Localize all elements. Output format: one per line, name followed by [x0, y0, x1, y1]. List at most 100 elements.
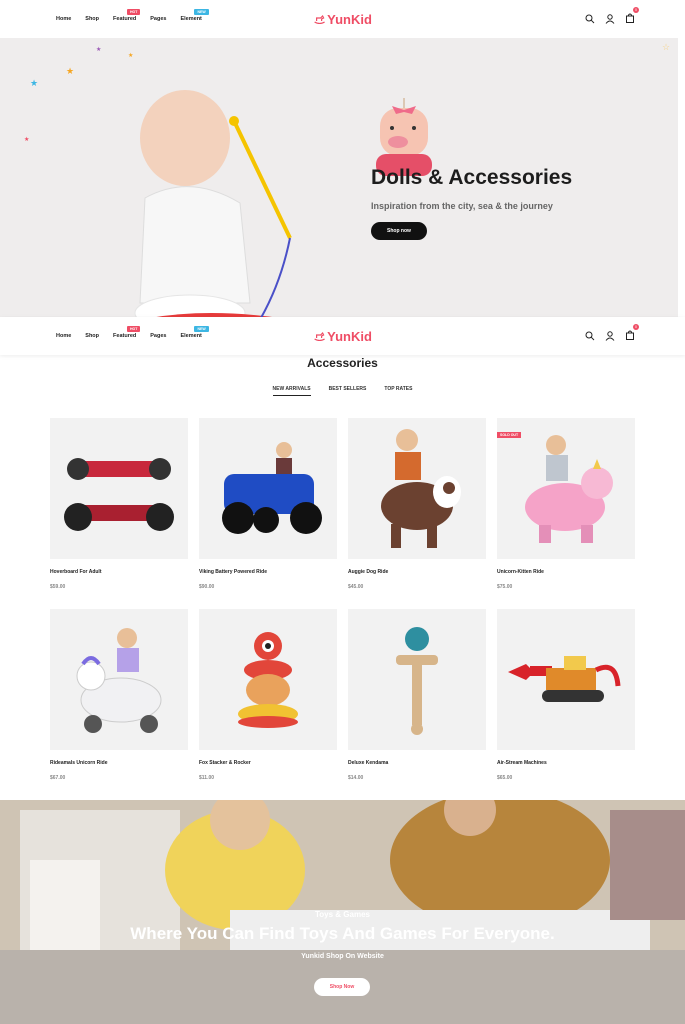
menu-featured[interactable]: Featured HOT — [113, 9, 141, 22]
kendama-image — [396, 626, 438, 735]
product-name[interactable]: Viking Battery Powered Ride — [199, 569, 337, 575]
new-badge: NEW — [194, 9, 209, 15]
banner-shop-now-button[interactable]: Shop Now — [314, 978, 370, 996]
logo-text: YunKid — [327, 328, 372, 344]
bag-icon — [626, 330, 634, 340]
product-card[interactable]: Hoverboard For Adult $59.00 — [50, 418, 188, 609]
product-image[interactable] — [348, 609, 486, 750]
pig-toy-image — [376, 98, 432, 176]
logo[interactable]: YunKid — [313, 329, 372, 344]
banner-kicker: Toys & Games — [315, 910, 370, 919]
menu-label: Shop — [85, 16, 100, 22]
menu-pages[interactable]: Pages — [150, 16, 166, 22]
star-icon: ★ — [128, 53, 134, 59]
fox-stacker-image — [238, 631, 298, 728]
hot-badge: HOT — [127, 326, 141, 332]
banner-subtitle: Yunkid Shop On Website — [301, 953, 384, 960]
product-card[interactable]: Air-Stream Machines $65.00 — [497, 609, 635, 800]
product-card[interactable]: Rideamals Unicorn Ride $67.00 — [50, 609, 188, 800]
menu-pages[interactable]: Pages — [150, 333, 166, 339]
section-title: Accessories — [307, 356, 378, 370]
star-icon: ★ — [96, 47, 102, 53]
hero-subtitle: Inspiration from the city, sea & the jou… — [371, 201, 553, 211]
atv-ride-image — [222, 441, 322, 534]
product-grid: Hoverboard For Adult $59.00 Viking Batte… — [50, 418, 635, 800]
user-icon[interactable] — [605, 331, 615, 341]
product-tabs: NEW ARRIVALS BEST SELLERS TOP RATES — [0, 386, 685, 396]
product-card[interactable]: Fox Stacker & Rocker $11.00 — [199, 609, 337, 800]
rocking-horse-icon — [313, 331, 325, 341]
menu-home[interactable]: Home — [56, 333, 71, 339]
dog-ride-image — [381, 428, 461, 548]
product-name[interactable]: Deluxe Kendama — [348, 760, 486, 766]
product-card[interactable]: Deluxe Kendama $14.00 — [348, 609, 486, 800]
product-image[interactable] — [199, 418, 337, 559]
product-image[interactable] — [50, 418, 188, 559]
product-card[interactable]: SOLD OUT Unicorn-Kitten Ride $75.00 — [497, 418, 635, 609]
product-card[interactable]: Auggie Dog Ride $45.00 — [348, 418, 486, 609]
menu-element[interactable]: Element NEW — [180, 9, 209, 22]
main-menu: Home Shop Featured HOT Pages Element NEW — [56, 9, 209, 22]
product-image[interactable] — [348, 418, 486, 559]
logo[interactable]: YunKid — [313, 12, 372, 27]
hot-badge: HOT — [127, 9, 141, 15]
cart-count: 0 — [633, 7, 639, 13]
product-price: $59.00 — [50, 584, 66, 590]
tab-best-sellers[interactable]: BEST SELLERS — [329, 386, 367, 396]
cart-button[interactable]: 0 — [625, 324, 639, 345]
baby-image — [134, 90, 292, 318]
sticky-navbar: Home Shop Featured HOT Pages Element NEW Y… — [0, 317, 685, 355]
banner-title: Where You Can Find Toys And Games For Ev… — [130, 924, 555, 943]
star-icon: ★ — [30, 78, 39, 88]
user-icon[interactable] — [605, 14, 615, 24]
menu-label: Element — [180, 333, 202, 339]
menu-shop[interactable]: Shop — [85, 333, 99, 339]
product-image[interactable] — [50, 609, 188, 750]
menu-shop[interactable]: Shop — [85, 16, 99, 22]
sold-out-badge: SOLD OUT — [497, 432, 522, 438]
product-name[interactable]: Unicorn-Kitten Ride — [497, 569, 635, 575]
star-icon: ★ — [66, 66, 75, 76]
product-name[interactable]: Rideamals Unicorn Ride — [50, 760, 188, 766]
product-price: $67.00 — [50, 775, 66, 781]
search-icon[interactable] — [585, 14, 595, 24]
menu-label: Pages — [150, 333, 167, 339]
star-icon: ★ — [24, 137, 30, 143]
product-name[interactable]: Fox Stacker & Rocker — [199, 760, 337, 766]
product-image[interactable] — [199, 609, 337, 750]
menu-label: Shop — [85, 333, 100, 339]
product-price: $11.00 — [199, 775, 215, 781]
page: Home Shop Featured HOT Pages Element NEW Y… — [0, 0, 685, 1024]
rocking-horse-icon — [313, 14, 325, 24]
search-icon[interactable] — [585, 331, 595, 341]
promo-banner: Toys & Games Where You Can Find Toys And… — [0, 800, 685, 1024]
hero-slider: ★ ★ ★ ★ ★ ☆ Dolls & Accessories Inspirat… — [0, 38, 678, 318]
menu-label: Home — [56, 16, 72, 22]
menu-label: Featured — [113, 333, 137, 339]
menu-home[interactable]: Home — [56, 16, 71, 22]
product-name[interactable]: Air-Stream Machines — [497, 760, 635, 766]
tab-top-rates[interactable]: TOP RATES — [384, 386, 412, 396]
main-menu: Home Shop Featured HOT Pages Element NEW — [56, 326, 209, 339]
product-image[interactable]: SOLD OUT — [497, 418, 635, 559]
hoverboard-image — [64, 457, 174, 531]
product-price: $75.00 — [497, 584, 513, 590]
cart-button[interactable]: 0 — [625, 7, 639, 28]
product-name[interactable]: Auggie Dog Ride — [348, 569, 486, 575]
menu-element[interactable]: Element NEW — [180, 326, 209, 339]
logo-text: YunKid — [327, 11, 372, 27]
menu-featured[interactable]: Featured HOT — [113, 326, 141, 339]
bag-icon — [626, 13, 634, 23]
menu-label: Element — [180, 16, 202, 22]
product-price: $45.00 — [348, 584, 364, 590]
hero-shop-now-button[interactable]: Shop now — [371, 222, 427, 240]
header-icons: 0 — [585, 324, 639, 345]
menu-label: Home — [56, 333, 72, 339]
air-stream-machine-image — [508, 655, 621, 702]
tab-new-arrivals[interactable]: NEW ARRIVALS — [272, 386, 311, 396]
header-icons: 0 — [585, 7, 639, 28]
product-name[interactable]: Hoverboard For Adult — [50, 569, 188, 575]
menu-label: Pages — [150, 16, 167, 22]
product-image[interactable] — [497, 609, 635, 750]
product-card[interactable]: Viking Battery Powered Ride $90.00 — [199, 418, 337, 609]
